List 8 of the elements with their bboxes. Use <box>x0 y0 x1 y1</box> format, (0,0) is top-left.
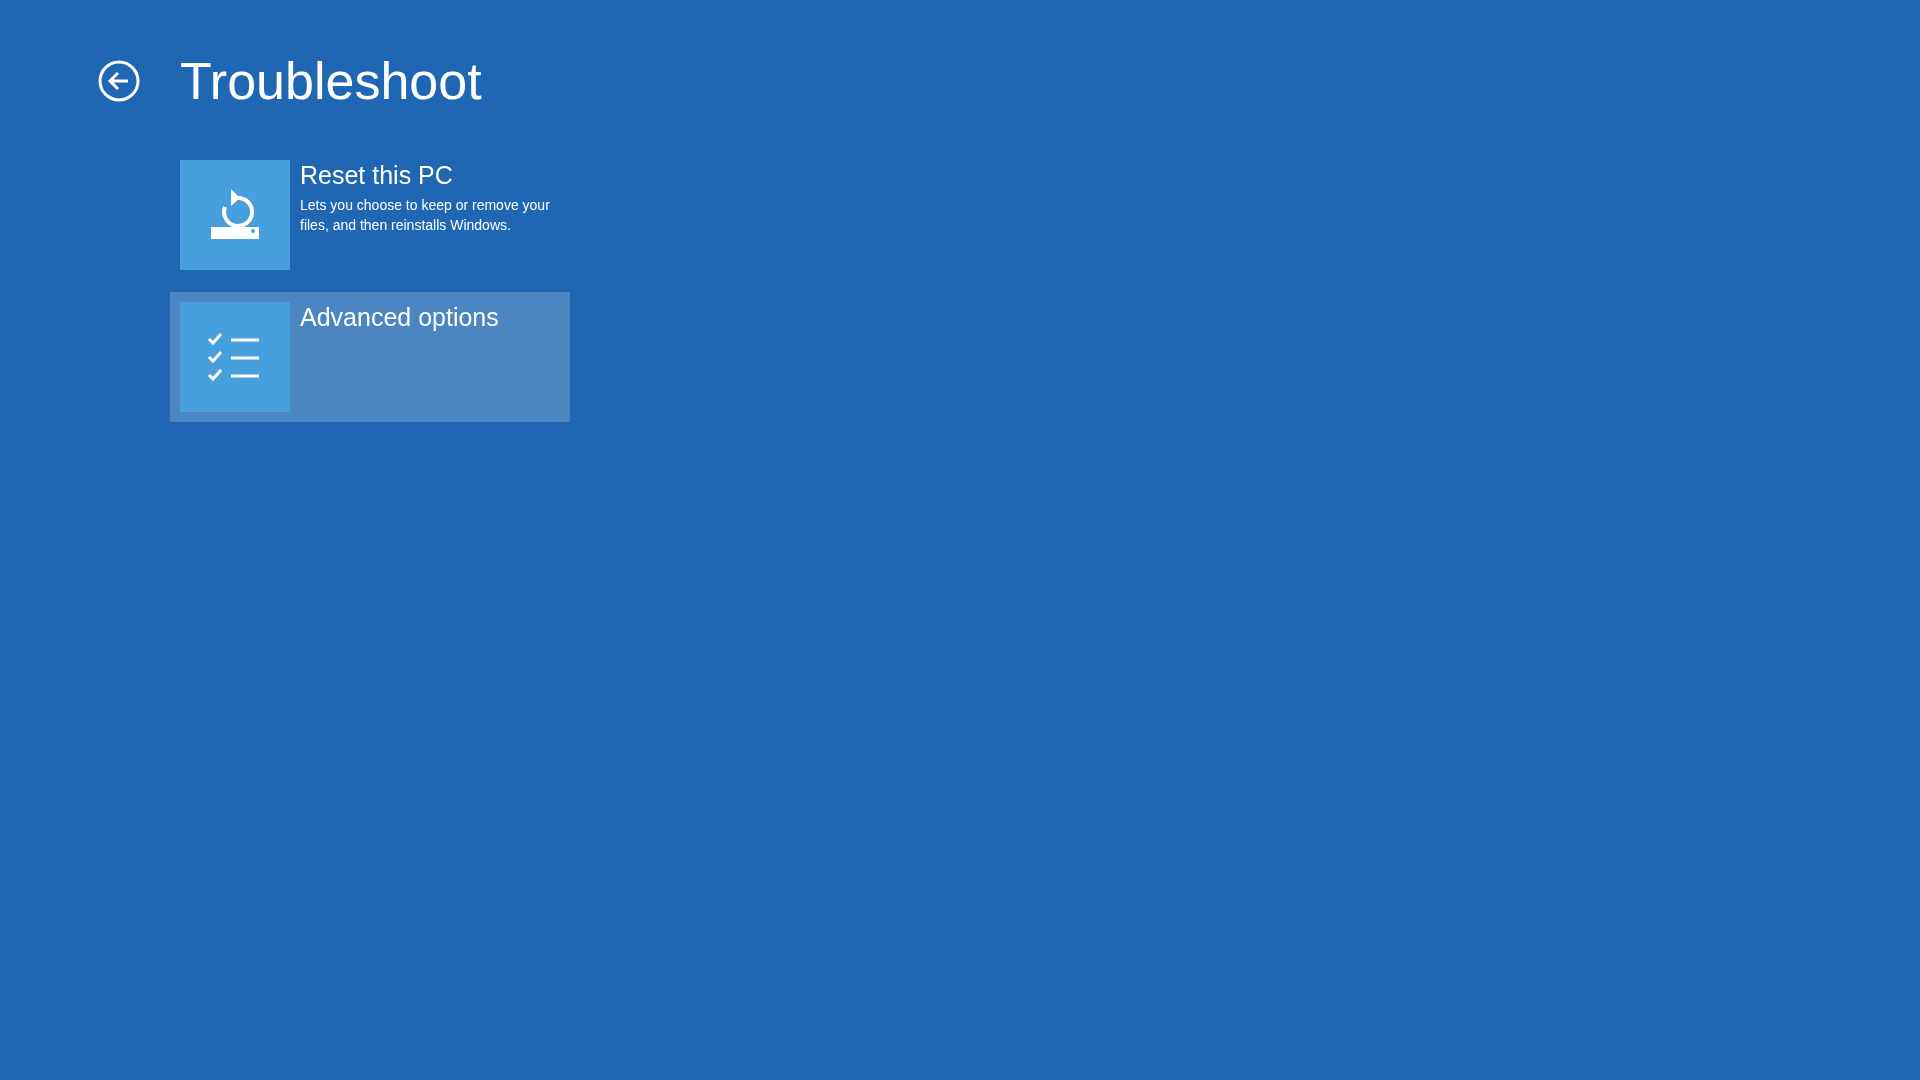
page-title: Troubleshoot <box>180 55 482 107</box>
option-description: Lets you choose to keep or remove your files, and then reinstalls Windows. <box>300 196 551 236</box>
back-button[interactable] <box>98 60 140 102</box>
back-icon <box>98 60 140 102</box>
option-title: Reset this PC <box>300 160 454 191</box>
option-title: Advanced options <box>300 302 500 333</box>
option-tile[interactable]: Reset this PC Lets you choose to keep or remove your files, and then reinstalls Windows. <box>170 150 570 280</box>
option-tile[interactable]: Advanced options <box>170 292 570 422</box>
